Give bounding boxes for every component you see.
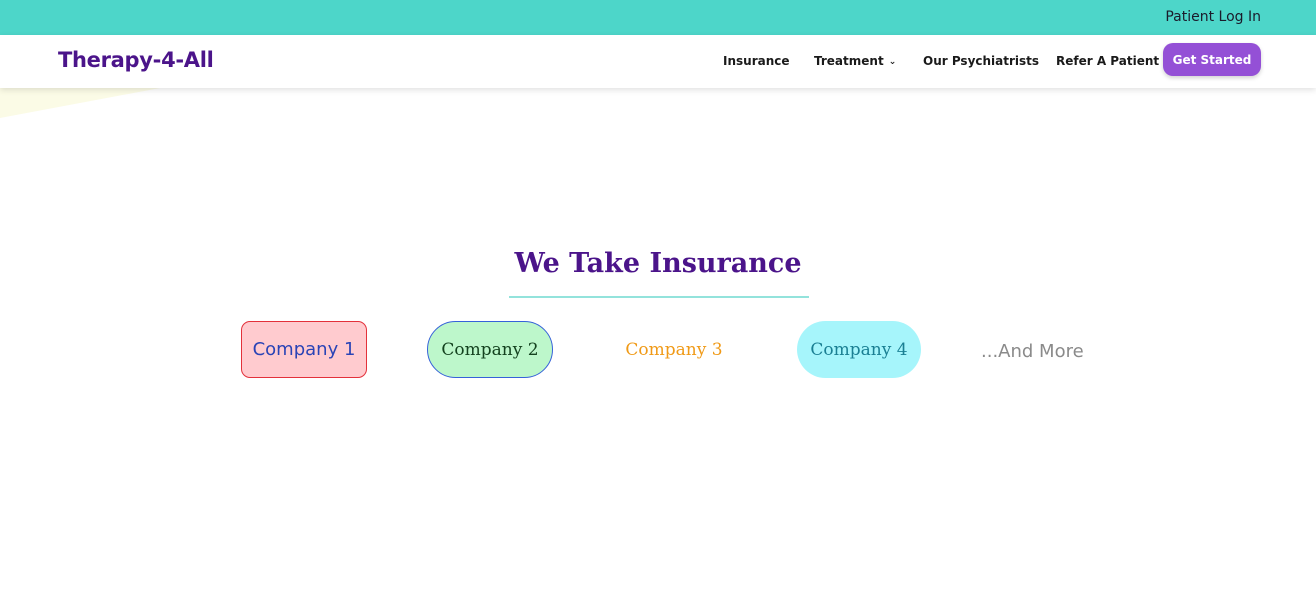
get-started-button[interactable]: Get Started xyxy=(1163,43,1261,76)
company-2-badge: Company 2 xyxy=(427,321,553,378)
company-4-badge: Company 4 xyxy=(797,321,921,378)
nav-item-label: Treatment xyxy=(814,54,884,68)
company-3-badge: Company 3 xyxy=(625,339,723,360)
nav-item-label: Insurance xyxy=(723,54,790,68)
title-divider xyxy=(509,296,809,298)
top-utility-bar: Patient Log In xyxy=(0,0,1316,35)
company-1-badge: Company 1 xyxy=(241,321,367,378)
nav-item-label: Refer A Patient xyxy=(1056,54,1160,68)
and-more-text: ...And More xyxy=(981,341,1084,362)
decorative-shape xyxy=(0,88,160,118)
nav-item-insurance[interactable]: Insurance xyxy=(723,54,790,68)
chevron-down-icon: ⌄ xyxy=(888,57,897,67)
nav-item-treatment[interactable]: Treatment ⌄ xyxy=(814,54,896,68)
nav-item-refer-a-patient[interactable]: Refer A Patient xyxy=(1056,54,1159,68)
patient-login-link[interactable]: Patient Log In xyxy=(1165,9,1261,25)
insurance-section-title: We Take Insurance xyxy=(514,248,802,279)
site-logo[interactable]: Therapy-4-All xyxy=(58,48,214,72)
main-navbar: Therapy-4-All Insurance Treatment ⌄ Our P… xyxy=(0,35,1316,88)
nav-item-our-psychiatrists[interactable]: Our Psychiatrists xyxy=(923,54,1039,68)
nav-item-label: Our Psychiatrists xyxy=(923,54,1040,68)
